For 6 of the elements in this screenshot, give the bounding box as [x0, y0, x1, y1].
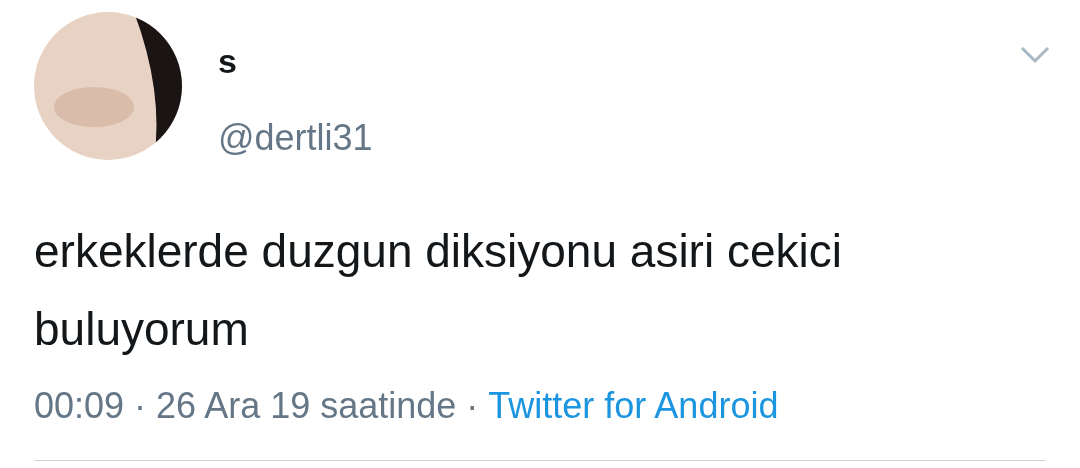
source-link[interactable]: Twitter for Android [488, 388, 779, 424]
author-handle: @dertli31 [218, 120, 374, 156]
chevron-down-icon[interactable] [1020, 46, 1050, 64]
tweet-text: erkeklerde duzgun diksiyonu asiri cekici buluyorum [34, 224, 843, 357]
author-name: s [218, 44, 238, 78]
tweet-timestamp: 00:09 · 26 Ara 19 saatinde · [34, 388, 479, 424]
